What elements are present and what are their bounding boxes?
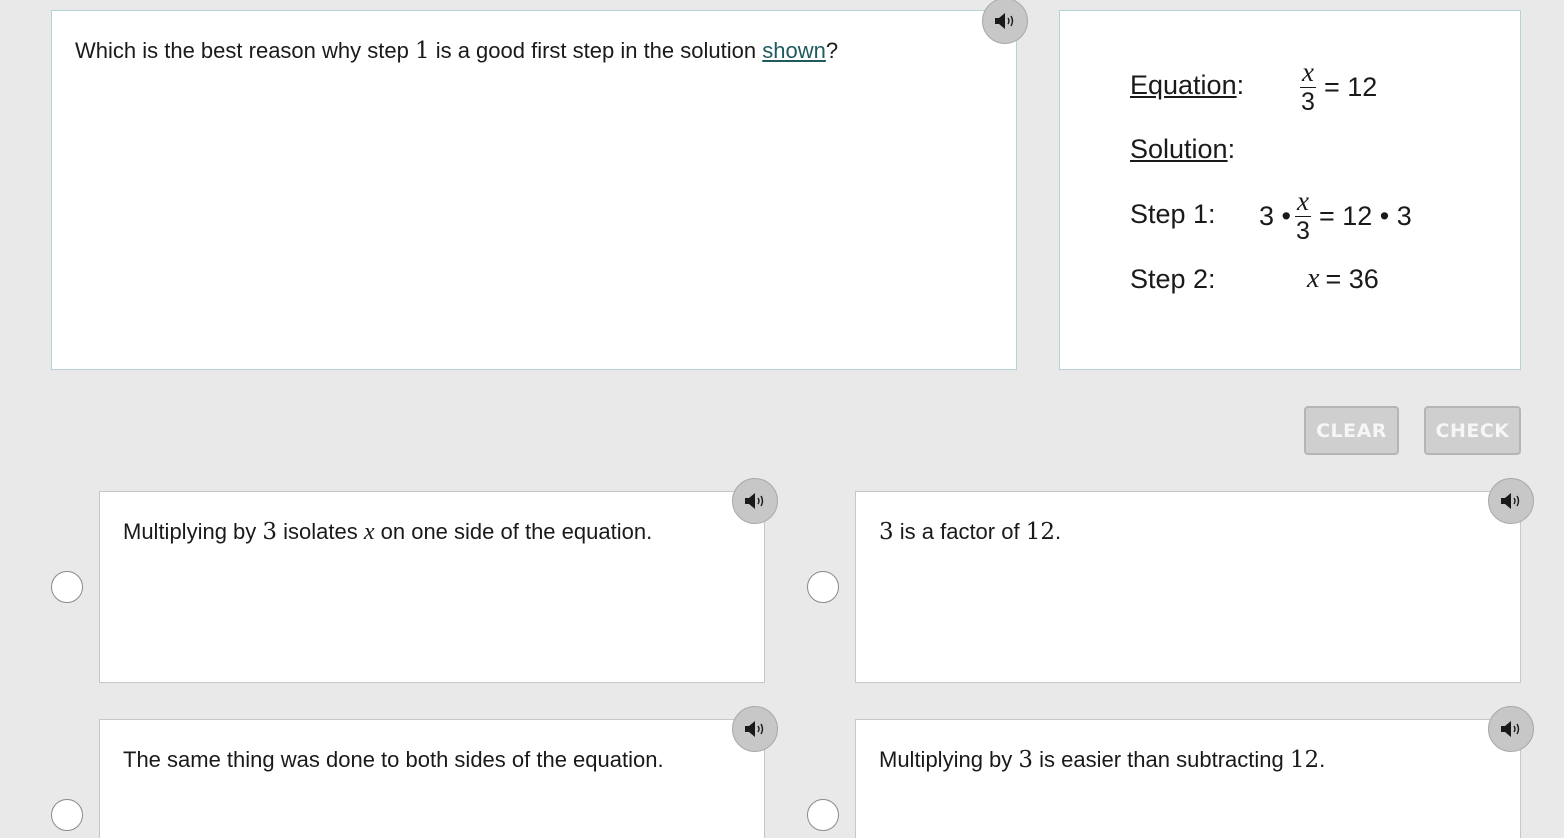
solution-panel: Equation: x 3 = 12 Solution: Step 1: 3 •… bbox=[1059, 10, 1521, 370]
equation-fraction: x 3 bbox=[1300, 57, 1316, 116]
question-panel: Which is the best reason why step 1 is a… bbox=[51, 10, 1017, 370]
option-b-speaker-button[interactable] bbox=[1488, 478, 1534, 524]
option-text-d: Multiplying by 3 is easier than subtract… bbox=[879, 747, 1326, 773]
speaker-icon bbox=[745, 493, 764, 509]
question-speaker-button[interactable] bbox=[982, 0, 1028, 44]
option-a-radio[interactable] bbox=[51, 571, 83, 603]
speaker-icon bbox=[1501, 721, 1520, 737]
step2-label: Step 2: bbox=[1130, 264, 1216, 294]
option-d-speaker-button[interactable] bbox=[1488, 706, 1534, 752]
option-text-a: Multiplying by 3 isolates x on one side … bbox=[123, 519, 653, 545]
option-c-speaker-button[interactable] bbox=[732, 706, 778, 752]
speaker-icon bbox=[745, 721, 764, 737]
option-card-d[interactable]: Multiplying by 3 is easier than subtract… bbox=[855, 719, 1521, 838]
shown-link[interactable]: shown bbox=[762, 38, 826, 63]
option-d-radio[interactable] bbox=[807, 799, 839, 831]
check-button[interactable]: CHECK bbox=[1424, 406, 1521, 455]
option-a-speaker-button[interactable] bbox=[732, 478, 778, 524]
question-text: Which is the best reason why step 1 is a… bbox=[75, 38, 839, 64]
option-card-b[interactable]: 3 is a factor of 12. bbox=[855, 491, 1521, 683]
step1-expression: 3 • x 3 = 12 • 3 bbox=[1259, 186, 1412, 245]
clear-button[interactable]: CLEAR bbox=[1304, 406, 1399, 455]
equation-expression: x 3 = 12 bbox=[1300, 57, 1378, 116]
option-c-radio[interactable] bbox=[51, 799, 83, 831]
option-b-radio[interactable] bbox=[807, 571, 839, 603]
step1-label: Step 1: bbox=[1130, 199, 1216, 229]
step-number: 1 bbox=[414, 38, 430, 64]
option-card-c[interactable]: The same thing was done to both sides of… bbox=[99, 719, 765, 838]
speaker-icon bbox=[1501, 493, 1520, 509]
option-card-a[interactable]: Multiplying by 3 isolates x on one side … bbox=[99, 491, 765, 683]
solution-label: Solution: bbox=[1130, 134, 1236, 164]
option-text-c: The same thing was done to both sides of… bbox=[123, 747, 664, 772]
step2-expression: x = 36 bbox=[1307, 263, 1379, 294]
option-text-b: 3 is a factor of 12. bbox=[879, 519, 1062, 545]
equation-label: Equation: bbox=[1130, 70, 1245, 100]
step1-fraction: x 3 bbox=[1294, 186, 1311, 245]
speaker-icon bbox=[995, 13, 1014, 29]
